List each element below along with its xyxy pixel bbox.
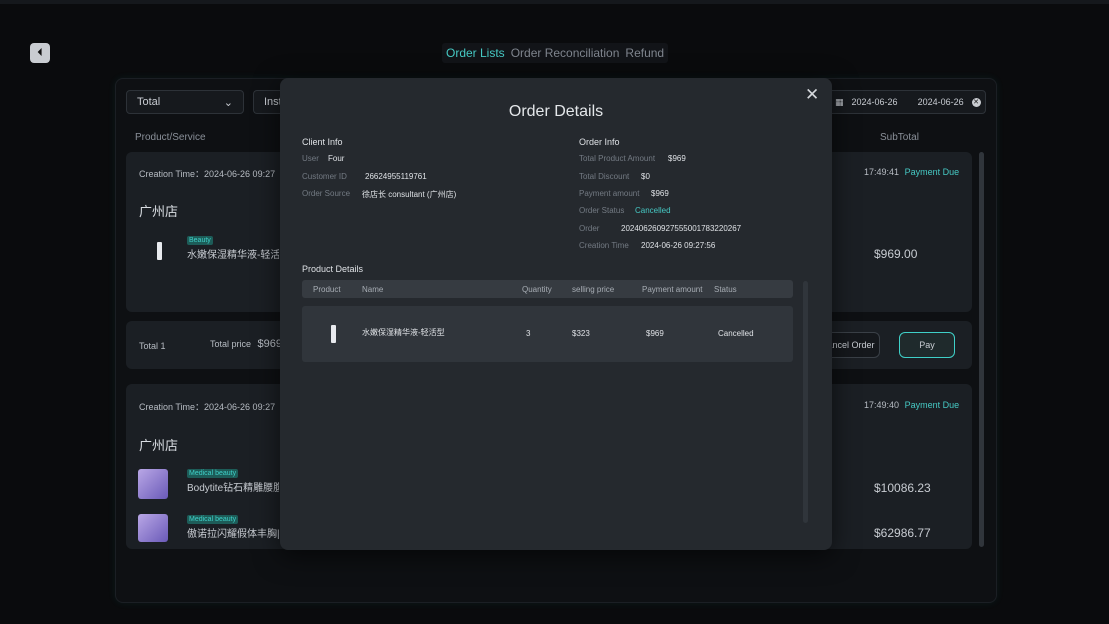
product-vial-icon [331,325,336,343]
order-info-title: Order Info [579,137,620,147]
creation-time-label: Creation Time [579,241,629,250]
customer-id-value: 26624955119761 [365,172,427,181]
order-number-value: 202406260927555001783220267 [621,224,742,233]
modal-scrollbar[interactable] [803,281,808,523]
total-price: Total price $969 [210,338,282,350]
creation-time-value: 2024-06-26 09:27:56 [641,241,716,250]
calendar-icon: ▦ [835,96,844,107]
order-number-label: Order [579,224,600,233]
total-select[interactable]: Total ⌄ [126,90,244,114]
order-details-modal: Order Details ✕ Client Info User Four Cu… [280,78,832,550]
clear-date-icon[interactable]: ✕ [971,97,981,107]
product-name: 傲诺拉闪耀假体丰胸| [187,529,279,540]
user-value: Four [328,154,345,163]
total-discount-label: Total Discount [579,172,630,181]
client-info-title: Client Info [302,137,343,147]
status-badge: Payment Due [904,167,960,177]
modal-title: Order Details [508,103,604,120]
order-source-value: 徐店长 consultant (广州店) [362,190,457,199]
customer-id-label: Customer ID [302,172,347,181]
td-name: 水嫩保湿精华液-轻活型 [362,328,445,337]
th-quantity: Quantity [522,285,552,294]
date-from: 2024-06-26 [851,97,898,107]
th-payment-amount: Payment amount [642,285,703,294]
creation-time: Creation Time：2024-06-26 09:27 [139,402,276,412]
tab-order-lists[interactable]: Order Lists [446,46,505,60]
table-row: 水嫩保湿精华液-轻活型 3 $323 $969 Cancelled [302,306,793,362]
user-label: User [302,154,319,163]
subtotal-value: $969.00 [874,247,918,261]
category-tag: Beauty [187,236,213,245]
store-select[interactable]: Inst [253,90,283,114]
order-status-label: Order Status [579,206,625,215]
order-time-status: 17:49:40 Payment Due [864,400,959,410]
date-to: 2024-06-26 [917,97,964,107]
chevron-down-icon: ⌄ [223,96,233,109]
total-select-value: Total [137,96,161,108]
payment-amount-label: Payment amount [579,189,640,198]
col-subtotal: SubTotal [880,132,919,143]
product-table-header: Product Name Quantity selling price Paym… [302,280,793,298]
th-product: Product [313,285,341,294]
store-name: 广州店 [139,204,179,219]
td-status: Cancelled [718,329,754,338]
product-name: Bodytite钻石精雕腰腹| [187,483,279,494]
date-range-picker[interactable]: ▦ 2024-06-26 2024-06-26 ✕ [830,90,986,114]
subtotal-value: $62986.77 [874,526,931,540]
top-edge [0,0,1109,4]
total-discount-value: $0 [641,172,650,181]
total-price-value: $969 [257,338,283,350]
order-source-label: Order Source [302,189,351,198]
status-badge: Payment Due [904,400,960,410]
product-thumbnail [138,514,168,542]
tab-order-reconciliation[interactable]: Order Reconciliation [511,46,620,60]
pay-button[interactable]: Pay [899,332,955,358]
col-product: Product/Service [135,132,206,143]
tab-refund[interactable]: Refund [625,46,664,60]
product-details-title: Product Details [302,264,364,274]
product-vial-icon [157,242,162,260]
close-icon[interactable]: ✕ [805,85,819,105]
product-thumbnail [138,469,168,499]
total-product-amount-value: $969 [668,154,686,163]
category-tag: Medical beauty [187,469,239,478]
total-count: Total 1 [139,341,166,351]
total-product-amount-label: Total Product Amount [579,154,656,163]
order-time: 17:49:40 [864,400,900,410]
td-amount: $969 [646,329,664,338]
th-selling-price: selling price [572,285,615,294]
order-time: 17:49:41 [864,167,900,177]
product-name: 水嫩保湿精华液-轻活型 [187,250,279,261]
creation-time: Creation Time：2024-06-26 09:27 [139,169,276,179]
list-scrollbar[interactable] [979,152,984,547]
order-time-status: 17:49:41 Payment Due [864,167,959,177]
total-price-label: Total price [210,339,252,349]
category-tag: Medical beauty [187,515,239,524]
subtotal-value: $10086.23 [874,481,931,495]
th-status: Status [714,285,737,294]
back-icon[interactable]: ⏴ [30,43,50,63]
order-status-value: Cancelled [635,206,671,215]
tab-bar: Order Lists Order Reconciliation Refund [442,43,669,63]
td-quantity: 3 [526,329,531,338]
payment-amount-value: $969 [651,189,669,198]
th-name: Name [362,285,384,294]
td-price: $323 [572,329,590,338]
store-name: 广州店 [139,438,179,453]
